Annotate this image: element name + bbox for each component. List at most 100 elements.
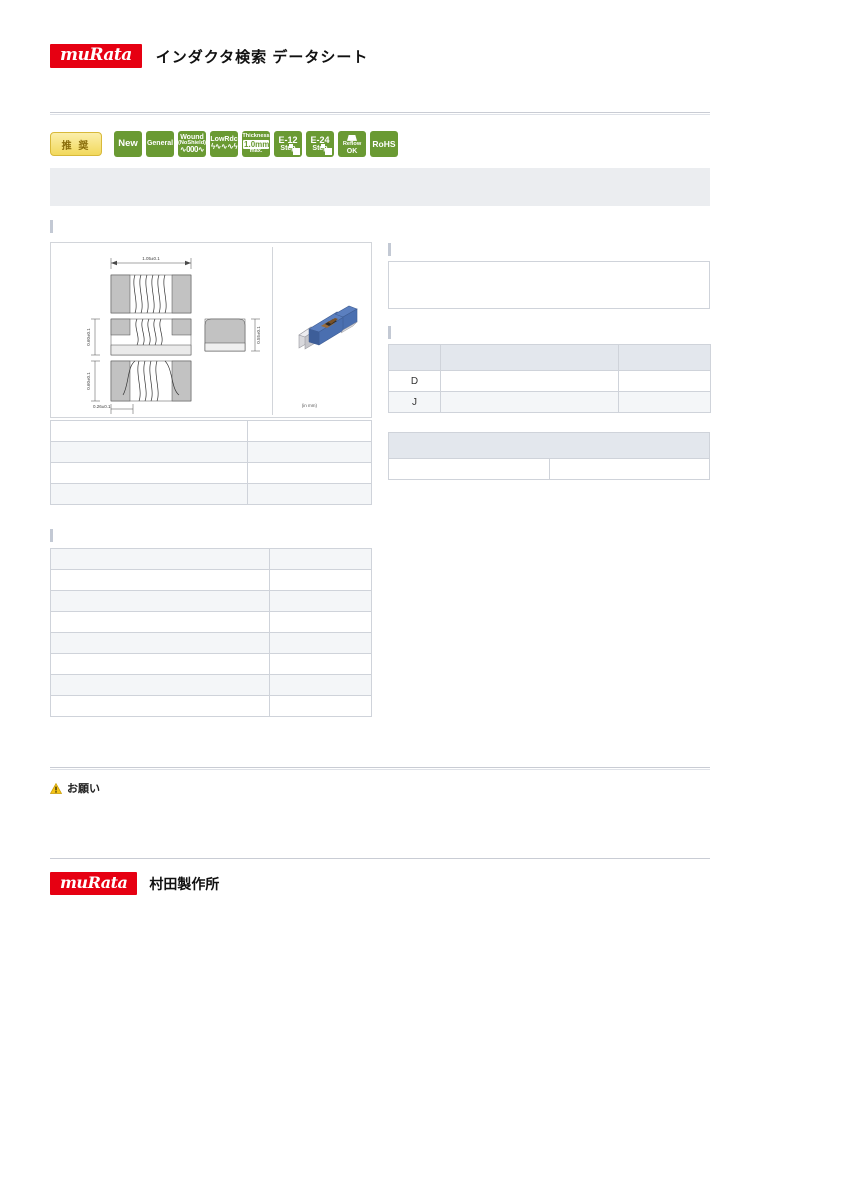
svg-text:0.26±0.1: 0.26±0.1 — [93, 404, 111, 409]
badge-strip: 推 奨 New General Wound (NoShield) ∿000∿ L… — [50, 131, 398, 157]
section-tick-specifications — [50, 529, 53, 542]
part-row-value — [247, 441, 372, 463]
tolerance-value-d — [618, 370, 711, 392]
tolerance-code-table: D J — [388, 344, 711, 413]
packaging-row-value — [548, 458, 710, 480]
table-row — [50, 632, 372, 654]
e12-badge-label: E-12 — [278, 134, 298, 145]
spec-row-value — [269, 695, 372, 717]
recommended-badge: 推 奨 — [50, 132, 102, 156]
table-row — [50, 674, 372, 696]
table-row: D — [388, 370, 711, 392]
spec-row-value — [269, 569, 372, 591]
svg-text:0.60±0.1: 0.60±0.1 — [86, 372, 91, 390]
part-row-label — [50, 462, 248, 484]
part-number-table — [50, 420, 372, 505]
murata-logo: muRata — [50, 44, 142, 68]
spec-row-label — [50, 674, 270, 696]
part-row-label — [50, 441, 248, 463]
thickness-badge: Thickness 1.0mm max. — [242, 131, 270, 157]
table-row — [50, 441, 372, 463]
table-row — [50, 569, 372, 591]
section-tick-tolerance — [388, 326, 391, 339]
reflow-ok-badge: Reflow OK — [338, 131, 366, 157]
new-badge: New — [114, 131, 142, 157]
inductor-outline-drawing: 1.05±0.1 0.60±0.1 0.60±0.1 0.26±0.1 0.55… — [86, 256, 261, 414]
svg-text:1.05±0.1: 1.05±0.1 — [142, 256, 160, 261]
packaging-table — [388, 432, 710, 480]
section-tick-description — [388, 243, 391, 256]
info-banner — [50, 168, 710, 206]
spec-row-label — [50, 695, 270, 717]
part-row-label — [50, 420, 248, 442]
spec-row-label — [50, 653, 270, 675]
spec-row-value — [269, 590, 372, 612]
svg-text:0.55±0.1: 0.55±0.1 — [256, 326, 261, 344]
warning-triangle-icon — [50, 782, 62, 794]
general-badge-label: General — [146, 140, 174, 148]
tolerance-code-j: J — [388, 391, 441, 413]
general-badge: General — [146, 131, 174, 157]
new-badge-label: New — [118, 138, 138, 150]
coil-icon: ∿000∿ — [179, 145, 205, 155]
spec-row-label — [50, 590, 270, 612]
part-row-value — [247, 483, 372, 505]
tolerance-desc-d — [440, 370, 619, 392]
spec-row-label — [50, 569, 270, 591]
recommended-badge-label: 推 奨 — [61, 140, 91, 152]
packaging-row-label — [388, 458, 550, 480]
resistor-wave-icon: ϟ∿∿∿ϟ — [210, 142, 238, 152]
table-row — [50, 548, 372, 570]
tolerance-header-desc — [440, 344, 619, 371]
tolerance-value-j — [618, 391, 711, 413]
table-header-row — [388, 432, 710, 459]
part-row-label — [50, 483, 248, 505]
table-header-row — [388, 344, 711, 371]
drawing-unit-note: (in mm) — [301, 403, 317, 408]
page-footer: muRata 村田製作所 — [50, 872, 219, 895]
murata-footer-logo: muRata — [50, 872, 138, 895]
thickness-badge-label: Thickness — [242, 132, 270, 139]
datasheet-page: muRata インダクタ検索 データシート 推 奨 New General Wo… — [0, 0, 842, 1191]
tolerance-code-d: D — [388, 370, 441, 392]
spec-row-label — [50, 548, 270, 570]
reflow-ok-label: OK — [346, 147, 358, 155]
spec-row-value — [269, 674, 372, 696]
footer-divider — [50, 858, 710, 859]
rohs-badge-label: RoHS — [372, 138, 396, 149]
note-row: お願い — [50, 780, 100, 796]
spec-row-value — [269, 653, 372, 675]
svg-text:0.60±0.1: 0.60±0.1 — [86, 328, 91, 346]
table-row — [50, 590, 372, 612]
note-divider — [50, 767, 710, 770]
e12-step-badge: E-12 Step — [274, 131, 302, 157]
spec-row-value — [269, 548, 372, 570]
e24-step-badge: E-24 Step — [306, 131, 334, 157]
spec-row-label — [50, 632, 270, 654]
tolerance-header-code — [388, 344, 441, 371]
table-row — [50, 653, 372, 675]
low-rdc-badge: LowRdc ϟ∿∿∿ϟ — [210, 131, 238, 157]
e24-badge-label: E-24 — [310, 134, 330, 145]
specifications-table — [50, 548, 372, 717]
table-row: J — [388, 391, 711, 413]
table-row — [50, 420, 372, 442]
rohs-badge: RoHS — [370, 131, 398, 157]
note-text: お願い — [67, 783, 100, 795]
spec-row-value — [269, 611, 372, 633]
header-divider — [50, 112, 710, 115]
table-row — [50, 462, 372, 484]
table-row — [50, 611, 372, 633]
drawing-divider — [272, 247, 273, 415]
spec-row-label — [50, 611, 270, 633]
tolerance-desc-j — [440, 391, 619, 413]
thickness-max-label: max. — [249, 147, 263, 154]
section-tick-dimensions — [50, 220, 53, 233]
page-header: muRata インダクタ検索 データシート — [50, 44, 368, 68]
table-row — [50, 483, 372, 505]
table-row — [50, 695, 372, 717]
packaging-header — [388, 432, 710, 459]
product-photo — [298, 305, 358, 350]
part-row-value — [247, 420, 372, 442]
dimension-drawing: 1.05±0.1 0.60±0.1 0.60±0.1 0.26±0.1 0.55… — [50, 242, 372, 418]
